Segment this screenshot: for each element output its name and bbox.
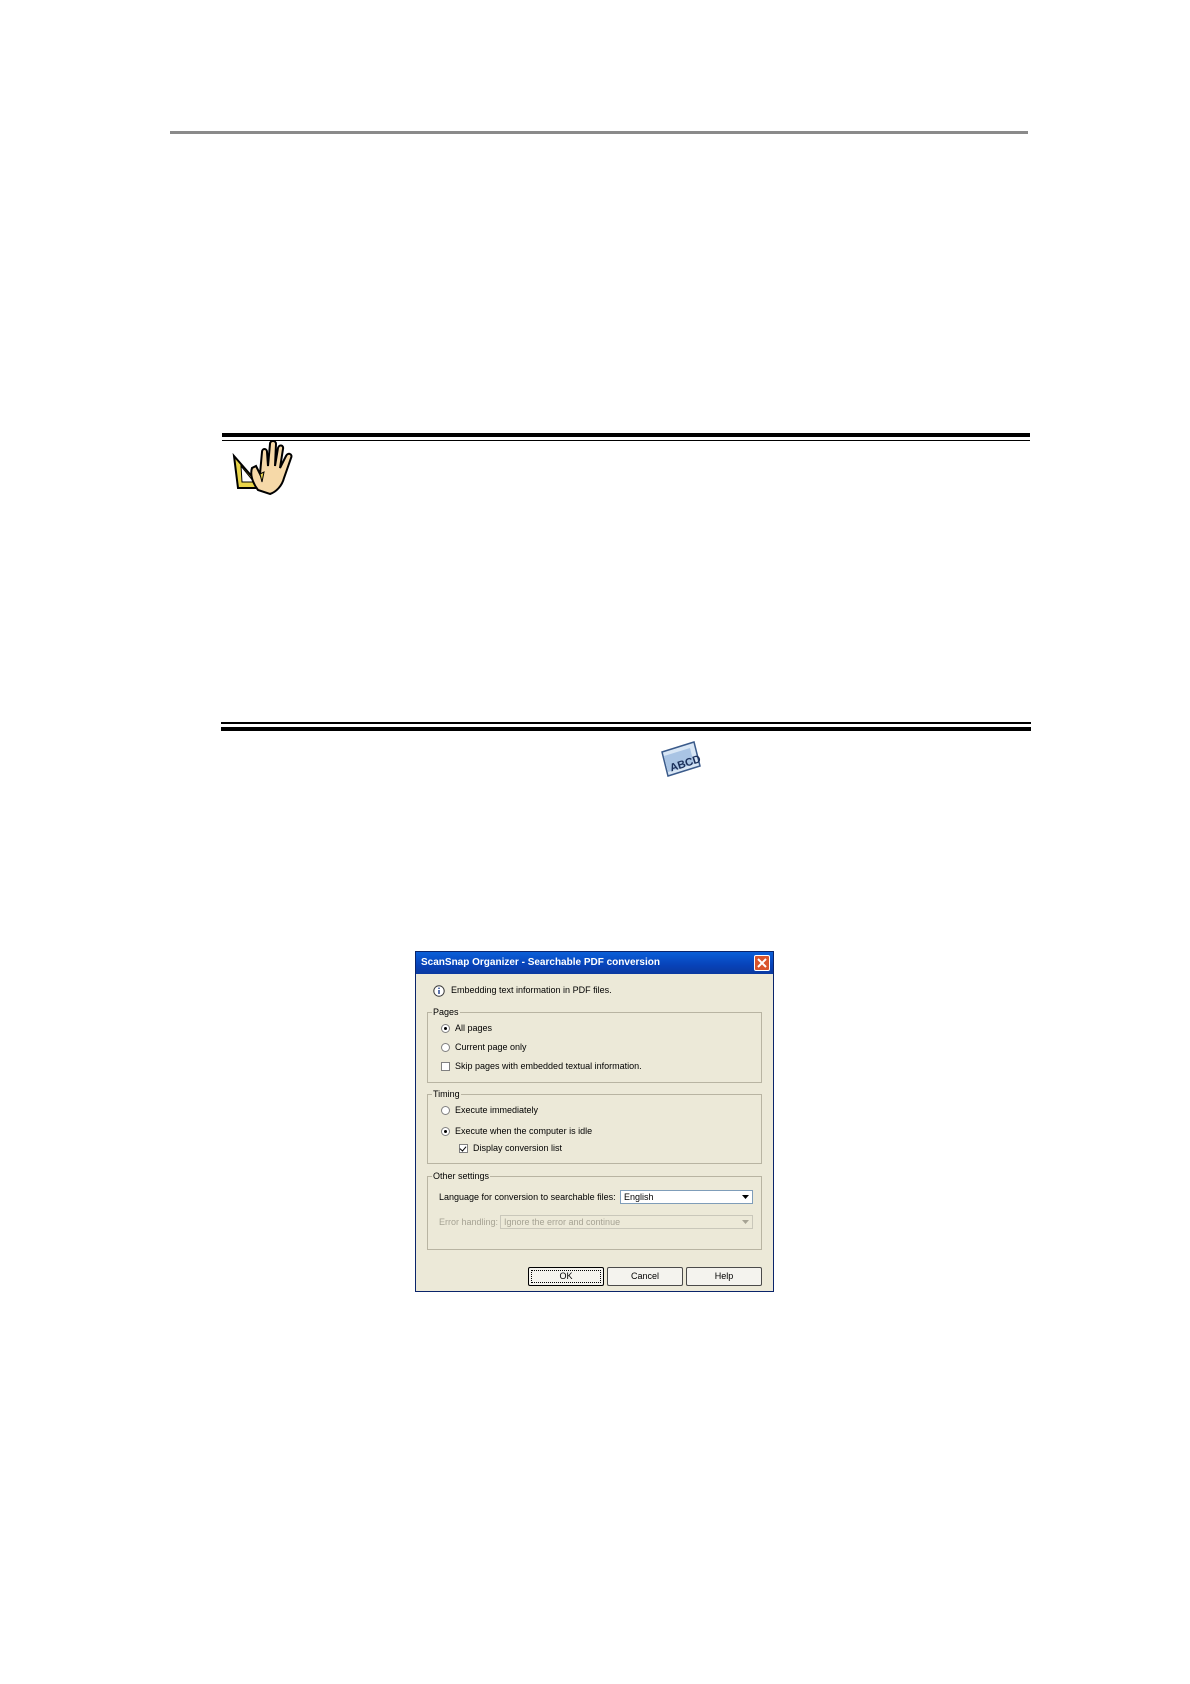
info-icon <box>433 985 445 997</box>
execute-immediately-label[interactable]: Execute immediately <box>455 1105 538 1115</box>
timing-group: Timing Execute immediately Execute when … <box>427 1089 762 1164</box>
all-pages-radio[interactable] <box>441 1024 450 1033</box>
pages-group: Pages All pages Current page only Skip p… <box>427 1007 762 1083</box>
attention-top-thin-rule <box>222 440 1030 441</box>
skip-pages-checkbox[interactable] <box>441 1062 450 1071</box>
attention-top-rule <box>222 433 1030 437</box>
chevron-down-icon[interactable] <box>740 1217 751 1227</box>
other-settings-legend: Other settings <box>432 1171 491 1181</box>
focus-ring <box>531 1270 601 1283</box>
language-label: Language for conversion to searchable fi… <box>439 1192 616 1202</box>
skip-pages-label[interactable]: Skip pages with embedded textual informa… <box>455 1061 642 1071</box>
close-button[interactable] <box>754 955 770 971</box>
current-page-radio[interactable] <box>441 1043 450 1052</box>
current-page-label[interactable]: Current page only <box>455 1042 527 1052</box>
attention-hand-icon <box>232 440 293 496</box>
attention-bottom-thin-rule <box>221 722 1031 724</box>
language-select[interactable]: English <box>620 1190 753 1204</box>
all-pages-label[interactable]: All pages <box>455 1023 492 1033</box>
chevron-down-icon[interactable] <box>740 1192 751 1202</box>
help-button[interactable]: Help <box>686 1267 762 1286</box>
cancel-label: Cancel <box>630 1271 659 1281</box>
header-rule <box>170 131 1028 134</box>
execute-immediately-radio[interactable] <box>441 1106 450 1115</box>
error-handling-value: Ignore the error and continue <box>504 1217 621 1227</box>
info-text: Embedding text information in PDF files. <box>451 985 612 995</box>
error-handling-label: Error handling: <box>439 1217 499 1227</box>
timing-legend: Timing <box>432 1089 461 1099</box>
display-list-checkbox[interactable] <box>459 1144 468 1153</box>
other-settings-group: Other settings Language for conversion t… <box>427 1171 762 1250</box>
ok-button[interactable]: OK <box>528 1267 604 1286</box>
cancel-button[interactable]: Cancel <box>607 1267 683 1286</box>
pages-legend: Pages <box>432 1007 460 1017</box>
close-icon <box>757 958 767 968</box>
display-list-label[interactable]: Display conversion list <box>473 1143 562 1153</box>
attention-bottom-rule <box>221 727 1031 731</box>
abcd-text-recognition-icon: ABCD <box>661 741 702 777</box>
execute-idle-radio[interactable] <box>441 1127 450 1136</box>
error-handling-select[interactable]: Ignore the error and continue <box>500 1215 753 1229</box>
searchable-pdf-dialog: ScanSnap Organizer - Searchable PDF conv… <box>415 951 774 1292</box>
execute-idle-label[interactable]: Execute when the computer is idle <box>455 1126 592 1136</box>
dialog-title: ScanSnap Organizer - Searchable PDF conv… <box>421 957 660 968</box>
help-label: Help <box>714 1271 734 1281</box>
dialog-titlebar[interactable]: ScanSnap Organizer - Searchable PDF conv… <box>416 952 773 974</box>
language-value: English <box>624 1192 654 1202</box>
